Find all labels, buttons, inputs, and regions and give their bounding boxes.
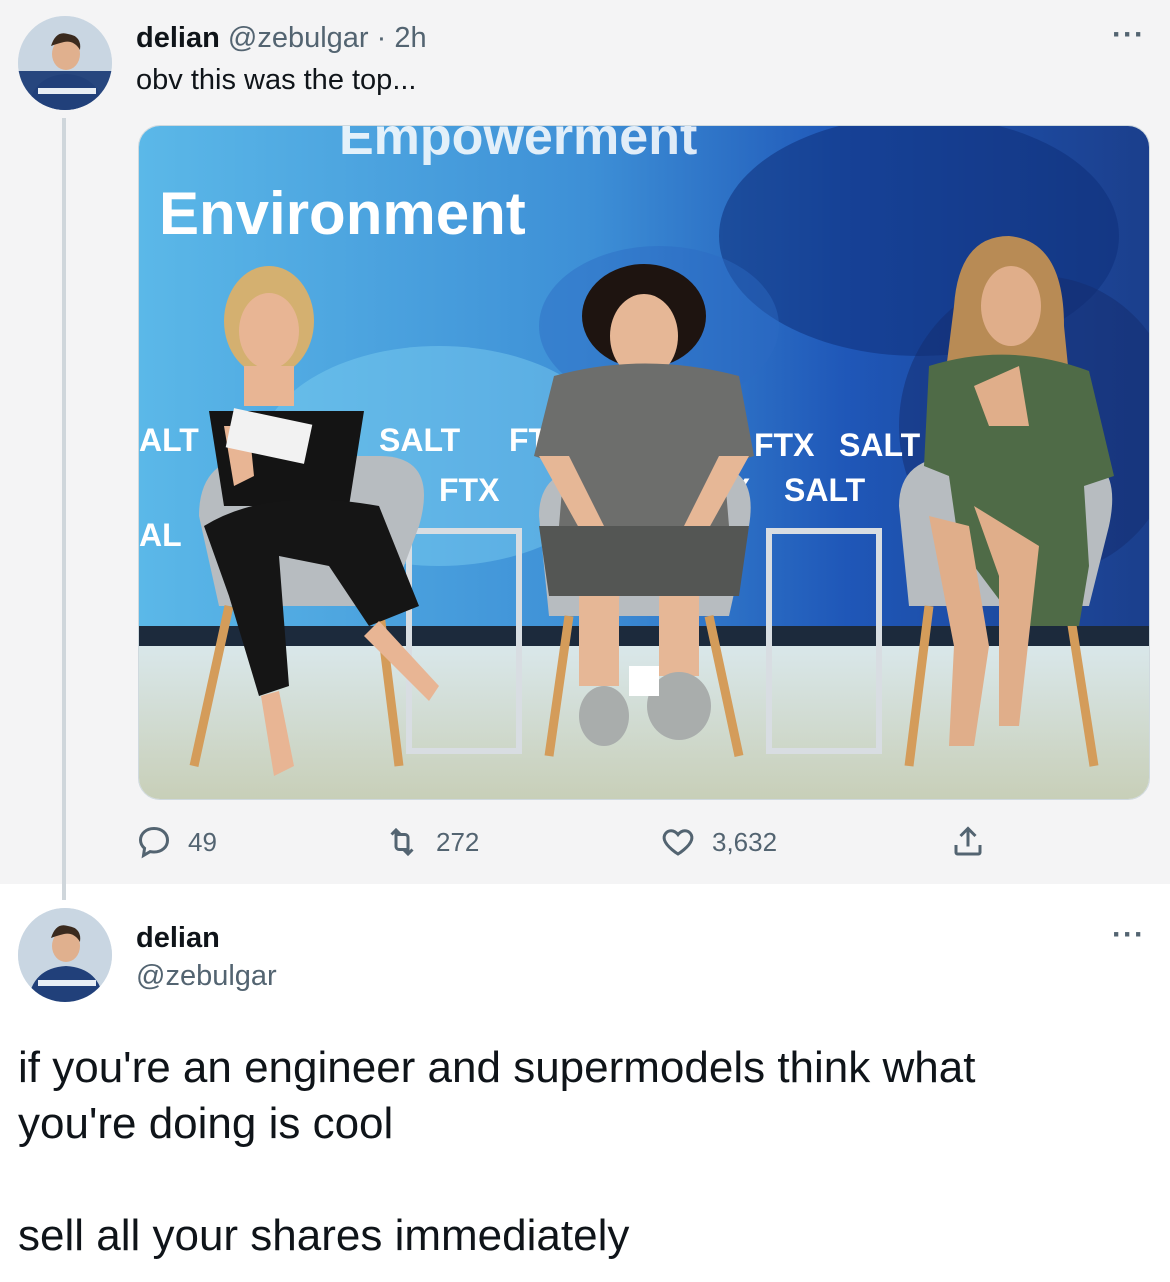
- logo-text: SALT: [379, 422, 461, 458]
- tweet-text-line: if you're an engineer and supermodels th…: [18, 1043, 976, 1092]
- tweet-header: delian @zebulgar · 2h: [136, 20, 427, 56]
- logo-text: AL: [139, 517, 182, 553]
- heart-icon: [662, 829, 694, 856]
- retweet-count: 272: [436, 826, 480, 857]
- reply-action[interactable]: 49: [136, 824, 217, 860]
- author-name[interactable]: delian: [136, 22, 220, 54]
- reply-count: 49: [188, 826, 217, 857]
- author-name[interactable]: delian: [136, 920, 220, 956]
- logo-text: FTX: [754, 427, 815, 463]
- like-count: 3,632: [712, 826, 778, 857]
- tweet-text-line: you're doing is cool: [18, 1099, 394, 1148]
- share-action[interactable]: [950, 824, 986, 860]
- more-options-icon[interactable]: ···: [1112, 918, 1145, 952]
- avatar[interactable]: [18, 908, 112, 1002]
- share-icon: [954, 826, 982, 856]
- like-action[interactable]: 3,632: [660, 824, 777, 860]
- more-options-icon[interactable]: ···: [1112, 18, 1145, 52]
- tweet-text: if you're an engineer and supermodels th…: [18, 1040, 1148, 1264]
- tweet-text-line: sell all your shares immediately: [18, 1211, 630, 1260]
- separator-dot: ·: [376, 22, 387, 54]
- logo-text: ALT: [139, 422, 199, 458]
- author-handle[interactable]: @zebulgar: [228, 22, 369, 54]
- author-handle[interactable]: @zebulgar: [136, 958, 277, 994]
- banner-title-text: Environment: [159, 180, 526, 247]
- reply-icon: [138, 826, 170, 859]
- tweet-time[interactable]: 2h: [394, 22, 426, 54]
- logo-text: FTX: [439, 472, 500, 508]
- parent-tweet: delian @zebulgar · 2h obv this was the t…: [0, 0, 1170, 900]
- retweet-action[interactable]: 272: [384, 824, 479, 860]
- tweet-photo[interactable]: Empowerment Environment ALT AL SALT FTX …: [138, 125, 1150, 800]
- tweet-actions: 49 272 3,632: [0, 824, 1170, 868]
- avatar[interactable]: [18, 16, 112, 110]
- tweet-text: obv this was the top...: [136, 64, 417, 96]
- logo-text: SALT: [839, 427, 921, 463]
- logo-text: SALT: [784, 472, 866, 508]
- retweet-icon: [390, 827, 414, 857]
- thread-connector-line: [62, 118, 66, 900]
- banner-top-text: Empowerment: [339, 126, 697, 166]
